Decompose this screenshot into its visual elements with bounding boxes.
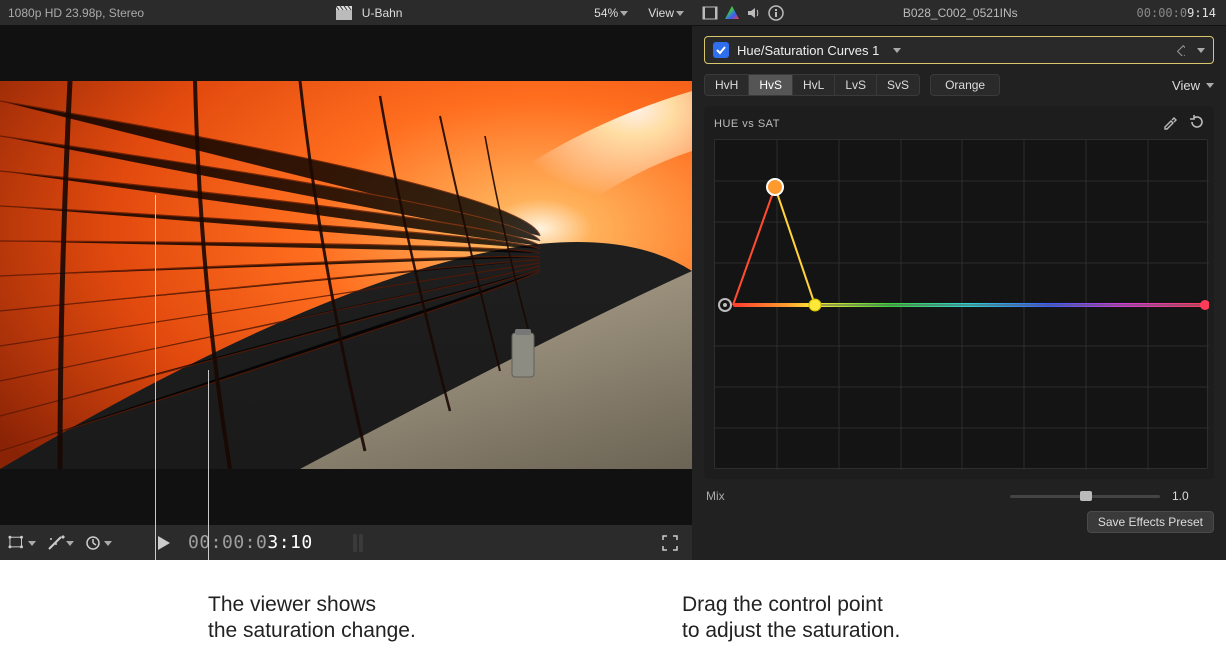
chevron-down-icon[interactable]: [893, 46, 901, 54]
view-dropdown[interactable]: View: [648, 6, 684, 20]
zoom-dropdown[interactable]: 54%: [594, 6, 628, 20]
inspector-clip-name: B028_C002_0521INs: [792, 6, 1129, 20]
timecode-display[interactable]: 00:00:03:10: [188, 532, 313, 553]
format-label: 1080p HD 23.98p, Stereo: [8, 6, 144, 20]
viewer-footer: 00:00:03:10: [0, 524, 692, 560]
chevron-down-icon: [66, 539, 74, 547]
viewer-panel: 1080p HD 23.98p, Stereo U-Bahn 54% View: [0, 0, 692, 560]
curve-tab-hvl[interactable]: HvL: [793, 75, 835, 95]
callout-right-text: Drag the control point to adjust the sat…: [682, 592, 900, 645]
curve-right-endpoint[interactable]: [1200, 300, 1209, 310]
curve-tabs: HvHHvSHvLLvSSvS: [704, 74, 920, 96]
chevron-down-icon[interactable]: [1197, 46, 1205, 54]
color-segment[interactable]: Orange: [930, 74, 1000, 96]
mix-slider[interactable]: [1010, 495, 1160, 498]
curve-editor[interactable]: [714, 139, 1208, 469]
callout-line-right: [155, 195, 156, 560]
transform-tool-button[interactable]: [8, 532, 36, 554]
clip-name[interactable]: U-Bahn: [362, 6, 403, 20]
effect-enable-checkbox[interactable]: [713, 42, 729, 58]
viewer-header: 1080p HD 23.98p, Stereo U-Bahn 54% View: [0, 0, 692, 26]
chevron-down-icon: [676, 9, 684, 17]
color-wheel-icon[interactable]: [724, 5, 740, 21]
effect-name[interactable]: Hue/Saturation Curves 1: [737, 43, 879, 58]
reset-arrow-icon[interactable]: [1188, 114, 1204, 133]
chevron-down-icon: [104, 539, 112, 547]
viewer-body: [0, 26, 692, 524]
inspector-panel: B028_C002_0521INs 00:00:09:14 Hue/Satura…: [692, 0, 1226, 560]
inspector-timecode: 00:00:09:14: [1137, 6, 1216, 20]
mix-slider-thumb[interactable]: [1080, 491, 1092, 501]
inspector-header: B028_C002_0521INs 00:00:09:14: [692, 0, 1226, 26]
callout-line-left: [208, 370, 209, 560]
retime-tool-button[interactable]: [84, 532, 112, 554]
mix-row: Mix 1.0: [692, 479, 1226, 503]
curve-tab-lvs[interactable]: LvS: [835, 75, 877, 95]
curve-tab-svs[interactable]: SvS: [877, 75, 919, 95]
chevron-down-icon: [620, 9, 628, 17]
clapper-icon: [336, 6, 352, 20]
mix-label: Mix: [706, 489, 725, 503]
curve-title: HUE vs SAT: [714, 118, 780, 130]
callouts-area: The viewer shows the saturation change. …: [0, 560, 1226, 660]
enhance-tool-button[interactable]: [46, 532, 74, 554]
curve-block: HUE vs SAT: [704, 106, 1214, 479]
inspector-view-dropdown[interactable]: View: [1172, 78, 1214, 93]
curve-tab-hvs[interactable]: HvS: [749, 75, 793, 95]
curve-control-point-yellow[interactable]: [809, 299, 821, 311]
video-frame[interactable]: [0, 81, 692, 469]
effect-row[interactable]: Hue/Saturation Curves 1: [704, 36, 1214, 64]
curve-control-point-orange[interactable]: [767, 179, 783, 195]
chevron-down-icon: [28, 539, 36, 547]
eyedropper-icon[interactable]: [1162, 114, 1178, 133]
mix-value: 1.0: [1172, 489, 1212, 503]
fullscreen-button[interactable]: [656, 532, 684, 554]
save-effects-preset-button[interactable]: Save Effects Preset: [1087, 511, 1214, 533]
chevron-down-icon: [1206, 81, 1214, 89]
film-icon[interactable]: [702, 5, 718, 21]
callout-left-text: The viewer shows the saturation change.: [208, 592, 416, 645]
audio-meter: [353, 534, 363, 552]
curve-tabs-row: HvHHvSHvLLvSSvS Orange View: [692, 72, 1226, 104]
curve-tab-hvh[interactable]: HvH: [705, 75, 749, 95]
keyframe-icon[interactable]: [1171, 42, 1187, 58]
info-icon[interactable]: [768, 5, 784, 21]
speaker-icon[interactable]: [746, 5, 762, 21]
